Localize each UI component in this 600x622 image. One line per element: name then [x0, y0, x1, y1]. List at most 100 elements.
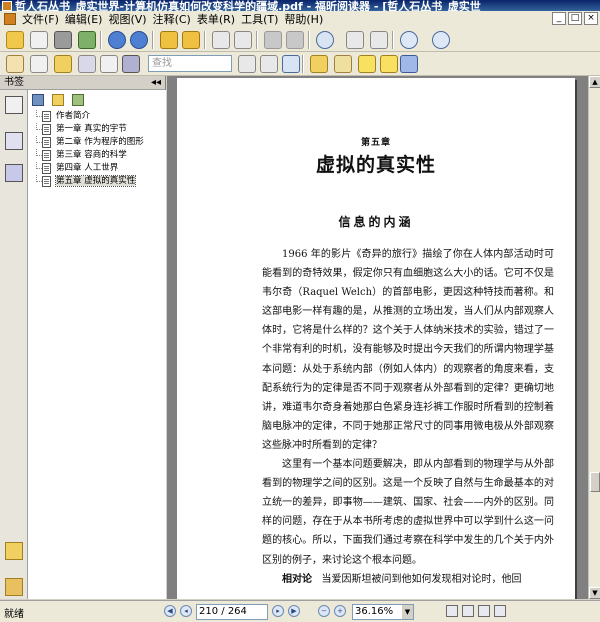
continuous-facing-icon[interactable]	[494, 605, 506, 617]
restore-button[interactable]: □	[568, 12, 582, 25]
select-text-icon[interactable]	[30, 55, 48, 73]
scroll-thumb[interactable]	[590, 472, 600, 492]
paragraph-text: 当爱因斯坦被问到他如何发现相对论时，他回	[321, 573, 522, 585]
main-toolbar	[0, 28, 600, 52]
paste-icon[interactable]	[234, 31, 252, 49]
hand-tool-icon[interactable]	[6, 55, 24, 73]
page-body: 1966 年的影片《奇异的旅行》描绘了你在人体内部活动时可能看到的奇特效果，假定…	[262, 245, 554, 589]
collapse-pane-button[interactable]: ◂◂	[151, 76, 161, 90]
layers-tab-icon[interactable]	[5, 164, 23, 182]
print-icon[interactable]	[54, 31, 72, 49]
menu-comment[interactable]: 注释(C)	[153, 12, 191, 27]
status-bar: 就绪 ◀ ◂ 210 / 264 ▸ ▶ − + 36.16% ▼	[0, 600, 600, 622]
undo-icon[interactable]	[264, 31, 282, 49]
find-next-icon[interactable]	[260, 55, 278, 73]
menu-file[interactable]: 文件(F)	[22, 12, 59, 27]
document-icon	[42, 137, 51, 148]
snapshot-icon[interactable]	[122, 55, 140, 73]
pages-tab-icon[interactable]	[5, 132, 23, 150]
zoom-dropdown-icon[interactable]: ▼	[402, 605, 413, 619]
open-folder-icon[interactable]	[6, 31, 24, 49]
menu-tools[interactable]: 工具(T)	[241, 12, 278, 27]
back-arrow-icon[interactable]	[160, 31, 178, 49]
paragraph: 相对论 当爱因斯坦被问到他如何发现相对论时，他回	[262, 570, 554, 589]
document-menu-icon[interactable]	[4, 13, 16, 25]
text-comment-icon[interactable]	[380, 55, 398, 73]
save-icon[interactable]	[30, 31, 48, 49]
zoom-value: 36.16%	[355, 606, 394, 617]
next-page-icon[interactable]: ▸	[272, 605, 284, 617]
menu-edit[interactable]: 编辑(E)	[65, 12, 103, 27]
toolbar-separator	[100, 31, 102, 49]
search-magnifier-icon[interactable]	[282, 55, 300, 73]
bookmark-item[interactable]: 作者简介	[32, 110, 144, 123]
highlight-icon[interactable]	[310, 55, 328, 73]
note-icon[interactable]	[358, 55, 376, 73]
pane-tabs	[0, 90, 28, 599]
bookmarks-header: 书签 ◂◂	[0, 76, 165, 90]
bookmark-item[interactable]: 第一章 真实的宇节	[32, 123, 144, 136]
bookmark-item[interactable]: 第四章 人工世界	[32, 162, 144, 175]
toolbar-separator	[256, 31, 258, 49]
section-title: 信息的内涵	[338, 215, 414, 229]
attachments-tab-icon[interactable]	[5, 578, 23, 596]
comments-tab-icon[interactable]	[5, 542, 23, 560]
pencil-icon[interactable]	[334, 55, 352, 73]
bookmark-item[interactable]: 第二章 作为程序的图形	[32, 136, 144, 149]
chapter-title: 虚拟的真实性	[315, 154, 436, 176]
secondary-toolbar: 查找	[0, 52, 600, 76]
scroll-down-icon[interactable]: ▼	[589, 587, 600, 599]
arrow-tool-icon[interactable]	[400, 55, 418, 73]
redo-icon[interactable]	[286, 31, 304, 49]
bookmarks-tab-icon[interactable]	[5, 96, 23, 114]
zoom-out-icon[interactable]: −	[318, 605, 330, 617]
copy-icon[interactable]	[212, 31, 230, 49]
vertical-scrollbar[interactable]: ▲ ▼	[588, 76, 600, 599]
paragraph-lead: 相对论	[282, 573, 312, 585]
scroll-up-icon[interactable]: ▲	[589, 76, 600, 88]
document-viewer[interactable]: 第五章 虚拟的真实性 信息的内涵 1966 年的影片《奇异的旅行》描绘了你在人体…	[167, 76, 588, 599]
email-icon[interactable]	[78, 31, 96, 49]
zoom-in-circle-icon[interactable]	[432, 31, 450, 49]
fit-width-icon[interactable]	[370, 31, 388, 49]
menu-help[interactable]: 帮助(H)	[284, 12, 323, 27]
search-options-icon[interactable]	[238, 55, 256, 73]
last-page-icon[interactable]: ▶	[288, 605, 300, 617]
menu-view[interactable]: 视图(V)	[108, 12, 146, 27]
document-icon	[42, 111, 51, 122]
prev-page-icon[interactable]: ◂	[180, 605, 192, 617]
bookmarks-content: 作者简介 第一章 真实的宇节 第二章 作为程序的图形 第三章 容商的科学 第四章…	[28, 90, 166, 599]
forward-arrow-icon[interactable]	[182, 31, 200, 49]
zoom-field[interactable]: 36.16% ▼	[352, 604, 414, 620]
continuous-icon[interactable]	[462, 605, 474, 617]
bookmarks-pane: 书签 ◂◂ 作者简介 第一章 真实的宇节 第二章 作为程序的图形 第三章 容商的…	[0, 76, 166, 599]
zoom-in-icon[interactable]	[316, 31, 334, 49]
select-arrow-icon[interactable]	[54, 55, 72, 73]
single-page-icon[interactable]	[446, 605, 458, 617]
page-down-icon[interactable]	[130, 31, 148, 49]
menu-form[interactable]: 表单(R)	[197, 12, 235, 27]
zoom-out-circle-icon[interactable]	[400, 31, 418, 49]
minimize-button[interactable]: _	[552, 12, 566, 25]
expand-bookmark-icon[interactable]	[72, 94, 84, 106]
typewriter-icon[interactable]	[78, 55, 96, 73]
delete-bookmark-icon[interactable]	[32, 94, 44, 106]
facing-icon[interactable]	[478, 605, 490, 617]
new-bookmark-icon[interactable]	[52, 94, 64, 106]
text-box-icon[interactable]	[100, 55, 118, 73]
first-page-icon[interactable]: ◀	[164, 605, 176, 617]
bookmark-item[interactable]: 第三章 容商的科学	[32, 149, 144, 162]
bookmark-item-selected[interactable]: 第五章 虚拟的真实性	[32, 175, 144, 188]
toolbar-separator	[308, 31, 310, 49]
fit-page-icon[interactable]	[346, 31, 364, 49]
page-number-field[interactable]: 210 / 264	[196, 604, 268, 620]
zoom-in-icon[interactable]: +	[334, 605, 346, 617]
toolbar-separator	[302, 55, 304, 73]
page-up-icon[interactable]	[108, 31, 126, 49]
bookmark-list: 作者简介 第一章 真实的宇节 第二章 作为程序的图形 第三章 容商的科学 第四章…	[32, 110, 144, 188]
close-button[interactable]: ×	[584, 12, 598, 25]
paragraph: 1966 年的影片《奇异的旅行》描绘了你在人体内部活动时可能看到的奇特效果，假定…	[262, 249, 554, 451]
toolbar-separator	[392, 31, 394, 49]
search-input[interactable]: 查找	[148, 55, 232, 72]
toolbar-separator	[204, 31, 206, 49]
